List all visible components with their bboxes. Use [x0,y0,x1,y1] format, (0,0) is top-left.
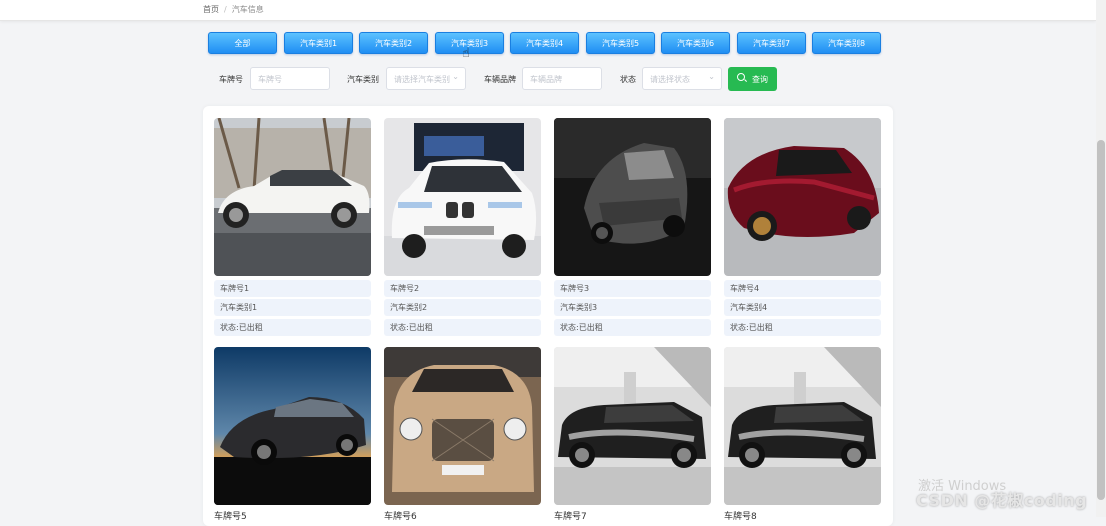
brand-placeholder: 车辆品牌 [530,75,562,84]
car-status: 状态:已出租 [554,319,711,336]
car-list-panel: 车牌号1 汽车类别1 状态:已出租 车牌号2 汽车类别2 状态:已出租 车牌号3… [203,106,893,526]
status-placeholder: 请选择状态 [650,75,690,84]
status-label: 状态 [620,75,636,84]
tab-category-4[interactable]: 汽车类别4 [510,32,579,54]
tab-category-8[interactable]: 汽车类别8 [812,32,881,54]
status-select[interactable]: 请选择状态 ⌄ [642,67,722,90]
plate-placeholder: 车牌号 [258,75,282,84]
tab-all[interactable]: 全部 [208,32,277,54]
car-category: 汽车类别3 [554,299,711,316]
chevron-down-icon: ⌄ [452,72,459,81]
category-placeholder: 请选择汽车类别 [394,75,450,84]
car-photo[interactable] [214,118,371,276]
car-photo[interactable] [724,347,881,505]
car-category: 汽车类别1 [214,299,371,316]
car-category: 汽车类别4 [724,299,881,316]
breadcrumb-home[interactable]: 首页 [203,5,219,14]
tab-category-5[interactable]: 汽车类别5 [586,32,655,54]
brand-label: 车辆品牌 [484,75,516,84]
car-photo[interactable] [384,118,541,276]
car-photo[interactable] [554,347,711,505]
car-status: 状态:已出租 [724,319,881,336]
plate-input[interactable]: 车牌号 [250,67,330,90]
tab-category-6[interactable]: 汽车类别6 [661,32,730,54]
car-plate: 车牌号2 [384,280,541,297]
car-category: 汽车类别2 [384,299,541,316]
category-label: 汽车类别 [347,75,379,84]
breadcrumb-separator: / [224,5,227,14]
plate-label: 车牌号 [219,75,243,84]
car-plate: 车牌号4 [724,280,881,297]
tab-category-1[interactable]: 汽车类别1 [284,32,353,54]
car-plate: 车牌号6 [384,512,417,522]
car-photo[interactable] [724,118,881,276]
search-filter-bar: 车牌号 车牌号 汽车类别 请选择汽车类别 ⌄ 车辆品牌 车辆品牌 状态 请选择状… [0,66,1096,92]
chevron-down-icon: ⌄ [708,72,715,81]
car-plate: 车牌号3 [554,280,711,297]
search-button-label: 查询 [752,75,768,84]
car-status: 状态:已出租 [384,319,541,336]
breadcrumb: 首页 / 汽车信息 [203,4,264,15]
tab-category-7[interactable]: 汽车类别7 [737,32,806,54]
mouse-cursor-icon: ☝ [462,46,470,61]
category-select[interactable]: 请选择汽车类别 ⌄ [386,67,466,90]
search-icon [737,73,745,81]
car-plate: 车牌号7 [554,512,587,522]
top-navbar: 首页 / 汽车信息 [0,0,1096,21]
search-button[interactable]: 查询 [728,67,777,91]
breadcrumb-current: 汽车信息 [231,5,264,14]
scrollbar-thumb[interactable] [1097,140,1105,500]
car-status: 状态:已出租 [214,319,371,336]
car-plate: 车牌号5 [214,512,247,522]
csdn-watermark: CSDN @花椒coding [916,491,1088,510]
car-photo[interactable] [554,118,711,276]
tab-category-2[interactable]: 汽车类别2 [359,32,428,54]
car-plate: 车牌号8 [724,512,757,522]
car-plate: 车牌号1 [214,280,371,297]
car-photo[interactable] [214,347,371,505]
brand-input[interactable]: 车辆品牌 [522,67,602,90]
page-scrollbar[interactable] [1096,0,1106,517]
car-photo[interactable] [384,347,541,505]
